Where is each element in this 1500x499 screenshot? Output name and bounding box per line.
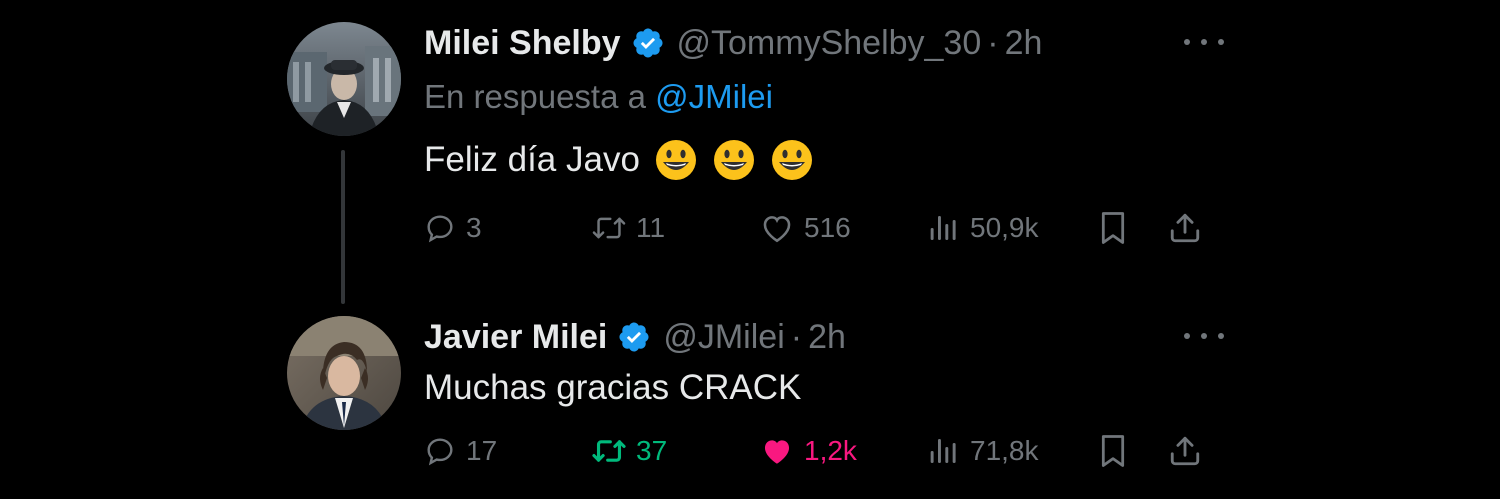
tweet-text-content: Feliz día Javo <box>424 140 640 179</box>
avatar-man-suit-icon <box>287 316 401 430</box>
share-icon <box>1170 436 1200 466</box>
share-icon <box>1170 213 1200 243</box>
avatar[interactable] <box>287 316 401 430</box>
views-chart-icon <box>930 439 956 463</box>
like-count: 516 <box>804 212 851 243</box>
tweet-content: Milei Shelby @TommyShelby_30 · 2h En res… <box>424 22 1224 244</box>
bookmark-button[interactable] <box>1097 431 1129 471</box>
share-button[interactable] <box>1168 431 1202 471</box>
smiley-icon <box>654 138 698 182</box>
heart-icon <box>763 216 791 243</box>
action-bar: 3 11 516 50,9k <box>424 208 1224 248</box>
thread-connector-line <box>341 150 345 304</box>
avatar[interactable] <box>287 22 401 136</box>
retweet-count: 11 <box>636 212 666 243</box>
timestamp[interactable]: 2h <box>1005 24 1043 63</box>
heart-filled-icon <box>764 440 790 464</box>
reply-mention-link[interactable]: @JMilei <box>655 78 773 115</box>
tweet-text: Feliz día Javo <box>424 138 1224 182</box>
reply-count: 17 <box>466 435 498 466</box>
retweet-button[interactable]: 37 <box>592 431 667 471</box>
separator: · <box>987 23 999 62</box>
verified-badge-icon <box>617 320 651 354</box>
tweet-text: Muchas gracias CRACK <box>424 368 1224 408</box>
smiley-icon <box>712 138 756 182</box>
reply-context: En respuesta a @JMilei <box>424 78 1224 116</box>
more-options-icon[interactable] <box>1184 326 1224 346</box>
reply-count: 3 <box>466 212 482 243</box>
like-count: 1,2k <box>804 435 857 466</box>
views-button[interactable]: 50,9k <box>928 208 1039 248</box>
views-count: 50,9k <box>970 212 1039 243</box>
tweet-content: Javier Milei @JMilei · 2h Muchas gracias… <box>424 316 1224 467</box>
avatar-man-cap-icon <box>287 22 401 136</box>
retweet-button[interactable]: 11 <box>592 208 665 248</box>
share-button[interactable] <box>1168 208 1202 248</box>
verified-badge-icon <box>631 26 665 60</box>
like-button[interactable]: 1,2k <box>760 431 857 471</box>
views-chart-icon <box>930 216 956 240</box>
display-name[interactable]: Javier Milei <box>424 318 607 357</box>
views-count: 71,8k <box>970 435 1039 466</box>
reply-button[interactable]: 3 <box>424 208 482 248</box>
bookmark-button[interactable] <box>1097 208 1129 248</box>
reply-icon <box>427 215 453 243</box>
handle[interactable]: @JMilei <box>663 318 784 357</box>
views-button[interactable]: 71,8k <box>928 431 1039 471</box>
separator: · <box>790 317 803 356</box>
tweet-text-content: Muchas gracias CRACK <box>424 368 802 407</box>
reply-button[interactable]: 17 <box>424 431 497 471</box>
like-button[interactable]: 516 <box>760 208 851 248</box>
handle[interactable]: @TommyShelby_30 <box>677 24 982 63</box>
retweet-icon <box>592 440 626 462</box>
retweet-count: 37 <box>636 435 668 466</box>
retweet-icon <box>592 217 626 239</box>
action-bar: 17 37 1,2k 71,8k <box>424 431 1224 471</box>
smiley-icon <box>770 138 814 182</box>
timestamp[interactable]: 2h <box>808 318 846 357</box>
tweet-header: Milei Shelby @TommyShelby_30 · 2h <box>424 22 1224 64</box>
more-options-icon[interactable] <box>1184 32 1224 52</box>
bookmark-icon <box>1101 435 1125 467</box>
bookmark-icon <box>1101 212 1125 244</box>
display-name[interactable]: Milei Shelby <box>424 24 621 63</box>
tweet-header: Javier Milei @JMilei · 2h <box>424 316 1224 358</box>
reply-icon <box>427 438 453 466</box>
reply-prefix: En respuesta a <box>424 78 646 115</box>
